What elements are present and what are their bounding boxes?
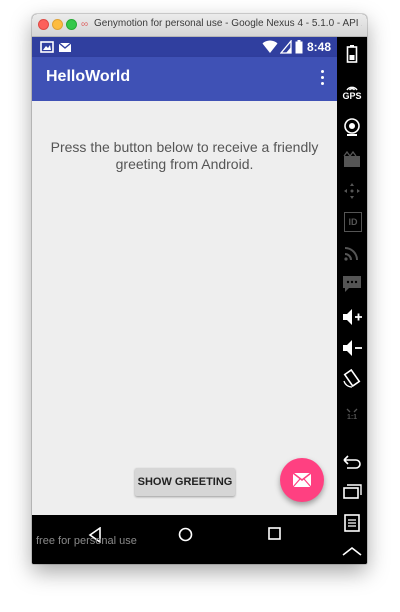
volume-up-icon[interactable] [341, 306, 363, 328]
cell-signal-icon [280, 40, 292, 54]
scale-widget-icon[interactable]: 1:1 [341, 403, 363, 425]
status-bar: 8:48 [32, 37, 337, 57]
emulator-toolbar: GPS ID 1:1 [337, 37, 367, 564]
maximize-window-button[interactable] [66, 19, 77, 30]
email-fab-button[interactable] [280, 458, 324, 502]
home-nav-icon[interactable] [178, 527, 193, 542]
close-window-button[interactable] [38, 19, 49, 30]
back-key-icon[interactable] [341, 450, 363, 472]
menu-key-icon[interactable] [341, 512, 363, 534]
rotate-screen-icon[interactable] [341, 368, 363, 390]
device-screen: 8:48 HelloWorld Press the button below t… [32, 37, 337, 564]
minimize-window-button[interactable] [52, 19, 63, 30]
app-title: HelloWorld [46, 68, 131, 85]
recent-apps-key-icon[interactable] [341, 481, 363, 503]
network-widget-icon[interactable] [341, 242, 363, 264]
battery-icon [295, 40, 303, 54]
main-content: Press the button below to receive a frie… [32, 101, 337, 515]
dpad-widget-icon[interactable] [341, 180, 363, 202]
sms-widget-icon[interactable] [341, 273, 363, 295]
webcam-widget-icon[interactable] [341, 116, 363, 138]
battery-widget-icon[interactable] [341, 43, 363, 65]
scale-label: 1:1 [346, 413, 358, 421]
overflow-dot-icon [320, 76, 324, 79]
device-id-widget-icon[interactable]: ID [344, 212, 362, 232]
emulator-window: ∞ Genymotion for personal use - Google N… [32, 14, 367, 564]
wifi-icon [262, 40, 278, 53]
app-bar: HelloWorld [32, 57, 337, 101]
navigation-bar: free for personal use [32, 515, 337, 564]
genymotion-logo-icon: ∞ [81, 19, 89, 30]
volume-down-icon[interactable] [341, 337, 363, 359]
gallery-notification-icon [40, 41, 54, 53]
instruction-text: Press the button below to receive a frie… [50, 139, 319, 172]
overflow-menu-button[interactable] [313, 67, 331, 91]
show-greeting-button[interactable]: SHOW GREETING [135, 468, 235, 496]
device-id-label: ID [348, 217, 358, 227]
overflow-dot-icon [320, 70, 324, 73]
recent-apps-nav-icon[interactable] [268, 527, 281, 540]
status-time: 8:48 [306, 40, 331, 54]
gps-widget-icon[interactable]: GPS [341, 81, 363, 103]
overflow-dot-icon [320, 82, 324, 85]
mail-notification-icon [58, 42, 72, 52]
watermark-text: free for personal use [36, 535, 137, 547]
capture-widget-icon[interactable] [341, 149, 363, 171]
gps-label: GPS [342, 91, 362, 101]
window-title: Genymotion for personal use - Google Nex… [94, 18, 362, 29]
mail-icon [292, 472, 312, 488]
home-key-icon[interactable] [341, 540, 363, 562]
window-titlebar: ∞ Genymotion for personal use - Google N… [32, 14, 367, 37]
